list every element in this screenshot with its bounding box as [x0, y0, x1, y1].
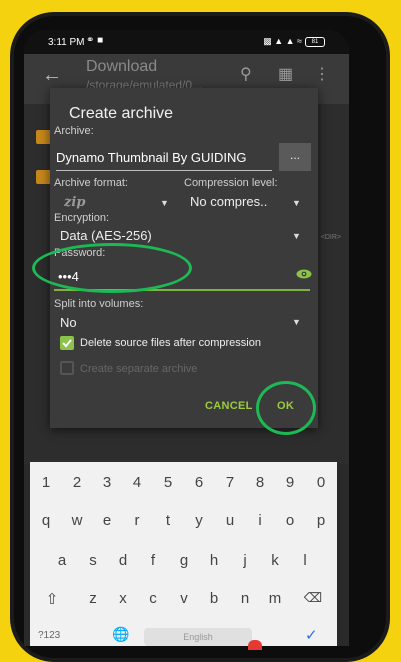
key-o[interactable]: o — [278, 512, 302, 529]
eye-icon[interactable] — [296, 269, 312, 279]
folder-title: Download — [86, 58, 158, 75]
key-r[interactable]: r — [125, 512, 149, 529]
key-e[interactable]: e — [95, 512, 119, 529]
key-b[interactable]: b — [202, 590, 226, 607]
battery-icon: 81 — [305, 36, 325, 47]
checkmark-icon — [62, 339, 72, 348]
key-s[interactable]: s — [81, 552, 105, 569]
status-bar: 3:11 PM ⚭ ■ ▩ ▲ ▲ ≈81 — [24, 30, 349, 54]
dir-label: <DIR> — [320, 234, 341, 241]
symbols-key[interactable]: ?123 — [38, 630, 60, 641]
status-time: 3:11 PM — [48, 37, 85, 48]
key-2[interactable]: 2 — [65, 474, 89, 491]
key-h[interactable]: h — [202, 552, 226, 569]
key-p[interactable]: p — [309, 512, 333, 529]
grid-view-icon[interactable]: ▦ — [278, 64, 293, 84]
cancel-button[interactable]: CANCEL — [205, 400, 253, 412]
key-z[interactable]: z — [81, 590, 105, 607]
key-k[interactable]: k — [263, 552, 287, 569]
compression-label: Compression level: — [184, 177, 278, 189]
more-menu-icon[interactable]: ⋮ — [314, 64, 330, 84]
shift-icon[interactable]: ⇧ — [40, 590, 64, 608]
chevron-down-icon[interactable]: ▼ — [292, 198, 301, 208]
split-select[interactable]: No — [60, 315, 77, 330]
split-label: Split into volumes: — [54, 298, 144, 310]
on-screen-keyboard: 1 2 3 4 5 6 7 8 9 0 q w e r t y u i o p … — [30, 462, 337, 650]
key-i[interactable]: i — [248, 512, 272, 529]
archive-label: Archive: — [54, 125, 94, 137]
zip-format-select[interactable]: zip — [64, 195, 85, 210]
backspace-icon[interactable]: ⌫ — [301, 590, 325, 606]
compression-select[interactable]: No compres.. — [190, 194, 267, 209]
key-g[interactable]: g — [172, 552, 196, 569]
key-0[interactable]: 0 — [309, 474, 333, 491]
key-1[interactable]: 1 — [34, 474, 58, 491]
signal-icons: ▩ ▲ ▲ ≈81 — [263, 36, 325, 47]
dialog-title: Create archive — [69, 105, 174, 122]
chevron-down-icon[interactable]: ▼ — [292, 231, 301, 241]
key-5[interactable]: 5 — [156, 474, 180, 491]
key-9[interactable]: 9 — [278, 474, 302, 491]
encryption-select[interactable]: Data (AES-256) — [60, 228, 152, 243]
key-6[interactable]: 6 — [187, 474, 211, 491]
key-v[interactable]: v — [172, 590, 196, 607]
key-a[interactable]: a — [50, 552, 74, 569]
key-x[interactable]: x — [111, 590, 135, 607]
key-w[interactable]: w — [65, 512, 89, 529]
key-f[interactable]: f — [141, 552, 165, 569]
key-n[interactable]: n — [233, 590, 257, 607]
separate-archive-checkbox — [60, 361, 74, 375]
separate-archive-label: Create separate archive — [80, 363, 198, 375]
search-icon[interactable]: ⚲ — [240, 64, 252, 84]
red-dot — [248, 640, 262, 650]
key-4[interactable]: 4 — [125, 474, 149, 491]
headphones-icon: ⚭ ■ — [86, 35, 104, 46]
encryption-label: Encryption: — [54, 212, 110, 224]
key-j[interactable]: j — [233, 552, 257, 569]
archive-name-input[interactable]: Dynamo Thumbnail By GUIDING — [56, 146, 272, 171]
space-key[interactable]: English — [144, 628, 252, 646]
delete-source-label: Delete source files after compression — [80, 337, 261, 349]
key-u[interactable]: u — [218, 512, 242, 529]
key-d[interactable]: d — [111, 552, 135, 569]
chevron-down-icon[interactable]: ▼ — [292, 317, 301, 327]
key-q[interactable]: q — [34, 512, 58, 529]
key-t[interactable]: t — [156, 512, 180, 529]
format-label: Archive format: — [54, 177, 128, 189]
key-7[interactable]: 7 — [218, 474, 242, 491]
key-m[interactable]: m — [263, 590, 287, 607]
key-y[interactable]: y — [187, 512, 211, 529]
enter-check-icon[interactable]: ✓ — [305, 626, 318, 644]
chevron-down-icon[interactable]: ▼ — [160, 198, 169, 208]
key-3[interactable]: 3 — [95, 474, 119, 491]
annotation-circle-ok — [256, 381, 316, 435]
globe-icon[interactable]: 🌐 — [112, 626, 129, 643]
key-8[interactable]: 8 — [248, 474, 272, 491]
key-c[interactable]: c — [141, 590, 165, 607]
annotation-circle-password — [32, 243, 192, 293]
delete-source-checkbox[interactable] — [60, 336, 74, 350]
back-arrow-icon[interactable]: ← — [42, 64, 62, 87]
browse-button[interactable]: ... — [279, 143, 311, 171]
key-l[interactable]: l — [293, 552, 317, 569]
